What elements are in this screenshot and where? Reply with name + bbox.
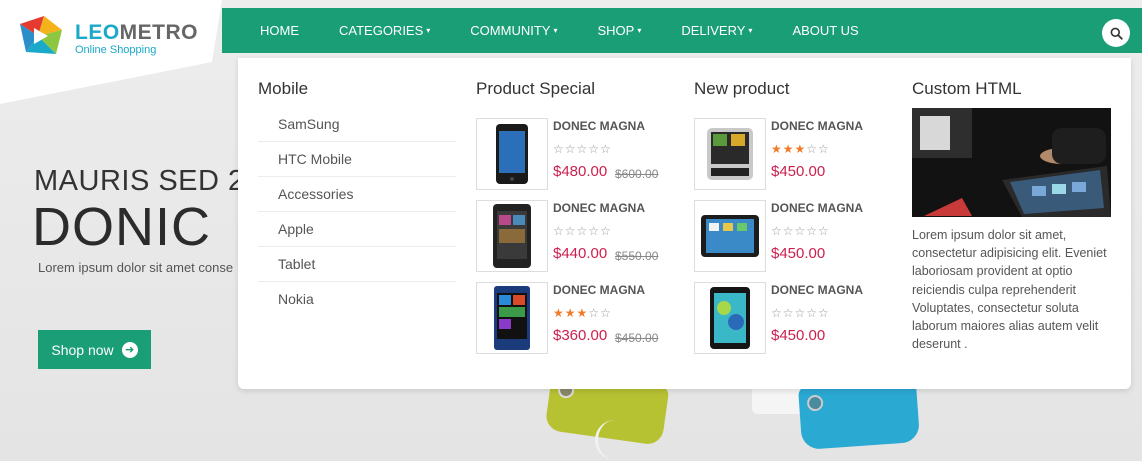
product-card: DONEC MAGNA ★★★☆☆ $450.00 bbox=[694, 118, 894, 190]
category-item-htc-mobile[interactable]: HTC Mobile bbox=[258, 142, 456, 177]
product-thumbnail[interactable] bbox=[694, 282, 766, 354]
nav-item-community[interactable]: COMMUNITY ▾ bbox=[450, 23, 577, 38]
product-price: $450.00 bbox=[771, 327, 826, 344]
custom-html-title: Custom HTML bbox=[912, 79, 1022, 98]
product-card: DONEC MAGNA ☆☆☆☆☆ $450.00 bbox=[694, 200, 894, 272]
product-price: $480.00 bbox=[553, 163, 608, 180]
product-price: $440.00 bbox=[553, 245, 608, 262]
product-rating: ☆☆☆☆☆ bbox=[553, 142, 612, 156]
caret-down-icon: ▾ bbox=[553, 26, 558, 35]
product-card: DONEC MAGNA ★★★☆☆ $360.00 $450.00 bbox=[476, 282, 676, 354]
product-name[interactable]: DONEC MAGNA bbox=[553, 283, 645, 297]
product-thumbnail[interactable] bbox=[476, 200, 548, 272]
nav-item-about-us[interactable]: ABOUT US bbox=[772, 23, 878, 38]
product-name[interactable]: DONEC MAGNA bbox=[771, 283, 863, 297]
nav-item-home[interactable]: HOME bbox=[240, 23, 319, 38]
category-item-nokia[interactable]: Nokia bbox=[258, 282, 456, 317]
new-product-title: New product bbox=[694, 79, 790, 98]
category-item-tablet[interactable]: Tablet bbox=[258, 247, 456, 282]
arrow-right-circle-icon: ➜ bbox=[121, 341, 138, 358]
hero-cable-image bbox=[595, 420, 635, 460]
product-card: DONEC MAGNA ☆☆☆☆☆ $450.00 bbox=[694, 282, 894, 354]
product-thumbnail[interactable] bbox=[476, 282, 548, 354]
product-old-price: $450.00 bbox=[615, 331, 659, 345]
product-name[interactable]: DONEC MAGNA bbox=[771, 119, 863, 133]
product-name[interactable]: DONEC MAGNA bbox=[553, 119, 645, 133]
category-item-samsung[interactable]: SamSung bbox=[258, 107, 456, 142]
search-icon bbox=[1110, 27, 1123, 40]
product-price: $450.00 bbox=[771, 163, 826, 180]
shop-now-label: Shop now bbox=[51, 341, 114, 358]
caret-down-icon: ▾ bbox=[426, 26, 431, 35]
hero-text: Lorem ipsum dolor sit amet conse bbox=[38, 260, 234, 275]
product-name[interactable]: DONEC MAGNA bbox=[553, 201, 645, 215]
product-special-title: Product Special bbox=[476, 79, 596, 98]
caret-down-icon: ▾ bbox=[637, 26, 642, 35]
logo-mark-icon bbox=[20, 16, 62, 54]
product-rating: ☆☆☆☆☆ bbox=[771, 306, 830, 320]
product-rating: ★★★☆☆ bbox=[553, 306, 612, 320]
main-nav: HOME CATEGORIES ▾ COMMUNITY ▾ SHOP ▾ DELIVE… bbox=[222, 8, 1142, 53]
product-card: DONEC MAGNA ☆☆☆☆☆ $480.00 $600.00 bbox=[476, 118, 676, 190]
mobile-category-list: SamSung HTC Mobile Accessories Apple Tab… bbox=[258, 107, 456, 317]
category-item-apple[interactable]: Apple bbox=[258, 212, 456, 247]
caret-down-icon: ▾ bbox=[748, 26, 753, 35]
product-old-price: $550.00 bbox=[615, 249, 659, 263]
mega-menu-dropdown: Mobile SamSung HTC Mobile Accessories Ap… bbox=[238, 58, 1131, 389]
nav-item-delivery[interactable]: DELIVERY ▾ bbox=[661, 23, 772, 38]
product-rating: ☆☆☆☆☆ bbox=[771, 224, 830, 238]
custom-html-image bbox=[912, 108, 1111, 217]
search-button[interactable] bbox=[1102, 19, 1130, 47]
product-rating: ☆☆☆☆☆ bbox=[553, 224, 612, 238]
custom-html-text: Lorem ipsum dolor sit amet, consectetur … bbox=[912, 228, 1107, 352]
shop-now-button[interactable]: Shop now ➜ bbox=[38, 330, 151, 369]
nav-item-shop[interactable]: SHOP ▾ bbox=[577, 23, 661, 38]
product-price: $360.00 bbox=[553, 327, 608, 344]
product-thumbnail[interactable] bbox=[694, 200, 766, 272]
logo-text: LEOMETRO bbox=[75, 21, 198, 44]
product-thumbnail[interactable] bbox=[476, 118, 548, 190]
category-item-accessories[interactable]: Accessories bbox=[258, 177, 456, 212]
hero-subtitle: MAURIS SED 20 bbox=[34, 165, 262, 197]
nav-item-categories[interactable]: CATEGORIES ▾ bbox=[319, 23, 450, 38]
product-name[interactable]: DONEC MAGNA bbox=[771, 201, 863, 215]
product-old-price: $600.00 bbox=[615, 167, 659, 181]
product-card: DONEC MAGNA ☆☆☆☆☆ $440.00 $550.00 bbox=[476, 200, 676, 272]
product-price: $450.00 bbox=[771, 245, 826, 262]
hero-title: DONIC bbox=[32, 197, 211, 257]
product-thumbnail[interactable] bbox=[694, 118, 766, 190]
product-rating: ★★★☆☆ bbox=[771, 142, 830, 156]
logo-tagline: Online Shopping bbox=[75, 44, 157, 56]
mobile-column-title: Mobile bbox=[258, 79, 309, 98]
